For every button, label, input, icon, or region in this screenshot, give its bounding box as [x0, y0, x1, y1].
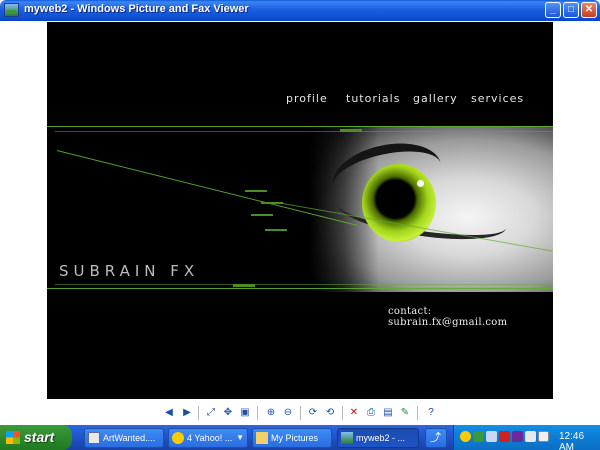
- toolbar-separator: [257, 406, 258, 420]
- zoom-out-icon[interactable]: ⊖: [281, 406, 295, 420]
- help-icon[interactable]: ?: [424, 406, 438, 420]
- taskbar-item-yahoo[interactable]: 4 Yahoo! ... ▼: [168, 428, 248, 448]
- green-iris: [362, 164, 436, 242]
- print-icon[interactable]: ⎙: [364, 406, 378, 420]
- title-bar: myweb2 - Windows Picture and Fax Viewer …: [0, 0, 600, 21]
- bottom-rule: [47, 288, 553, 289]
- actual-size-icon[interactable]: ✥: [221, 406, 235, 420]
- delete-icon[interactable]: ✕: [347, 406, 361, 420]
- folder-icon: [256, 432, 268, 444]
- picture-viewer-icon: [4, 3, 19, 17]
- task-label: ArtWanted....: [103, 433, 156, 443]
- task-label: myweb2 - ...: [356, 433, 406, 443]
- toolbar-separator: [417, 406, 418, 420]
- image-viewer: profile tutorials gallery services SUBRA…: [0, 21, 600, 401]
- volume-tray-icon[interactable]: [486, 431, 497, 442]
- speaker-tray-icon[interactable]: [525, 431, 536, 442]
- window-title: myweb2 - Windows Picture and Fax Viewer: [24, 3, 249, 15]
- eye-glare: [417, 180, 424, 187]
- start-label: start: [24, 429, 55, 445]
- taskbar: start ArtWanted.... 4 Yahoo! ... ▼ My Pi…: [0, 425, 600, 450]
- nav-tutorials: tutorials: [346, 92, 401, 105]
- short-bar-1: [245, 190, 267, 192]
- chevron-down-icon: ▼: [236, 433, 244, 442]
- short-bar-3: [251, 214, 273, 216]
- rotate-counterclockwise-icon[interactable]: ⟲: [323, 406, 337, 420]
- shield-icon[interactable]: [499, 431, 510, 442]
- taskbar-item-my-pictures[interactable]: My Pictures: [252, 428, 332, 448]
- task-label: My Pictures: [271, 433, 319, 443]
- taskbar-item-artwanted[interactable]: ArtWanted....: [84, 428, 164, 448]
- quick-launch-button[interactable]: ⤴: [425, 428, 447, 448]
- yahoo-messenger-icon: [172, 432, 184, 444]
- best-fit-icon[interactable]: ⤢: [204, 406, 218, 420]
- top-rule: [47, 126, 553, 127]
- clock: 12:46 AM: [559, 431, 585, 450]
- contact-text: contact: subrain.fx@gmail.com: [388, 306, 508, 328]
- nav-gallery: gallery: [413, 92, 458, 105]
- messenger-tray-icon[interactable]: [460, 431, 471, 442]
- arrow-icon: ⤴: [430, 432, 441, 444]
- mail-icon[interactable]: [538, 431, 549, 442]
- browser-icon: [88, 432, 100, 444]
- displayed-image: profile tutorials gallery services SUBRA…: [47, 22, 553, 399]
- top-accent: [340, 129, 362, 132]
- viewer-toolbar: ◀ ▶ ⤢ ✥ ▣ ⊕ ⊖ ⟳ ⟲ ✕ ⎙ ▤ ✎ ?: [0, 401, 600, 425]
- start-button[interactable]: start: [0, 425, 72, 450]
- short-bar-4: [265, 229, 287, 231]
- system-tray: 12:46 AM: [453, 425, 600, 450]
- top-rule-inner: [55, 131, 553, 132]
- brand-logo-text: SUBRAIN FX: [59, 262, 200, 280]
- windows-logo-icon: [6, 431, 20, 444]
- task-label: 4 Yahoo! ...: [187, 433, 233, 443]
- bottom-accent: [233, 284, 255, 287]
- antivirus-tray-icon[interactable]: [512, 431, 523, 442]
- save-icon[interactable]: ▤: [381, 406, 395, 420]
- close-button[interactable]: ✕: [581, 2, 597, 18]
- short-bar-2: [261, 202, 283, 204]
- picture-viewer-icon: [341, 432, 353, 444]
- zoom-in-icon[interactable]: ⊕: [264, 406, 278, 420]
- toolbar-separator: [300, 406, 301, 420]
- network-tray-icon[interactable]: [473, 431, 484, 442]
- minimize-button[interactable]: _: [545, 2, 561, 18]
- toolbar-separator: [198, 406, 199, 420]
- edit-icon[interactable]: ✎: [398, 406, 412, 420]
- toolbar-separator: [342, 406, 343, 420]
- rotate-clockwise-icon[interactable]: ⟳: [306, 406, 320, 420]
- bottom-rule-inner: [55, 284, 553, 285]
- previous-image-icon[interactable]: ◀: [162, 406, 176, 420]
- slideshow-icon[interactable]: ▣: [238, 406, 252, 420]
- taskbar-item-myweb2[interactable]: myweb2 - ...: [337, 428, 419, 448]
- next-image-icon[interactable]: ▶: [180, 406, 194, 420]
- nav-profile: profile: [286, 92, 328, 105]
- maximize-button[interactable]: □: [563, 2, 579, 18]
- nav-services: services: [471, 92, 525, 105]
